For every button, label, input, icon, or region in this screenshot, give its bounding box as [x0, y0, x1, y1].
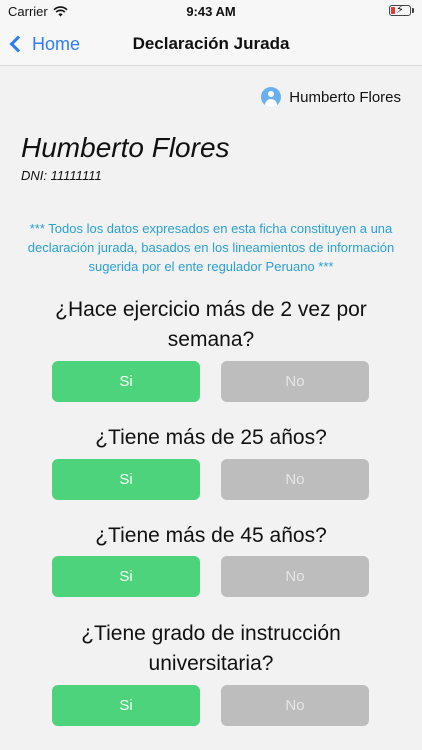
question-over-25: ¿Tiene más de 25 años? — [95, 426, 327, 449]
exercise-yes-button[interactable]: Si — [52, 361, 200, 402]
question-over-45: ¿Tiene más de 45 años? — [95, 524, 327, 547]
page-title: Declaración Jurada — [132, 34, 290, 53]
status-bar: Carrier 9:43 AM ⚡ — [0, 0, 422, 22]
exercise-no-button[interactable]: No — [221, 361, 369, 402]
user-name-heading: Humberto Flores — [21, 132, 230, 163]
university-no-button[interactable]: No — [221, 685, 369, 726]
user-dni: DNI: 11111111 — [21, 168, 102, 183]
over-25-yes-button[interactable]: Si — [52, 459, 200, 500]
question-exercise: ¿Hace ejercicio más de 2 vez por semana? — [55, 298, 367, 351]
user-chip[interactable]: Humberto Flores — [261, 87, 401, 107]
question-university: ¿Tiene grado de instrucción universitari… — [81, 622, 341, 675]
status-time: 9:43 AM — [186, 4, 236, 19]
battery-icon: ⚡ — [389, 4, 414, 16]
disclaimer-text: *** Todos los datos expresados en esta f… — [27, 221, 395, 274]
user-avatar-icon — [261, 87, 282, 107]
user-chip-name: Humberto Flores — [289, 88, 401, 106]
over-45-yes-button[interactable]: Si — [52, 556, 200, 597]
over-25-no-button[interactable]: No — [221, 459, 369, 500]
navigation-bar: Home Declaración Jurada — [0, 22, 422, 66]
university-yes-button[interactable]: Si — [52, 685, 200, 726]
over-45-no-button[interactable]: No — [221, 556, 369, 597]
